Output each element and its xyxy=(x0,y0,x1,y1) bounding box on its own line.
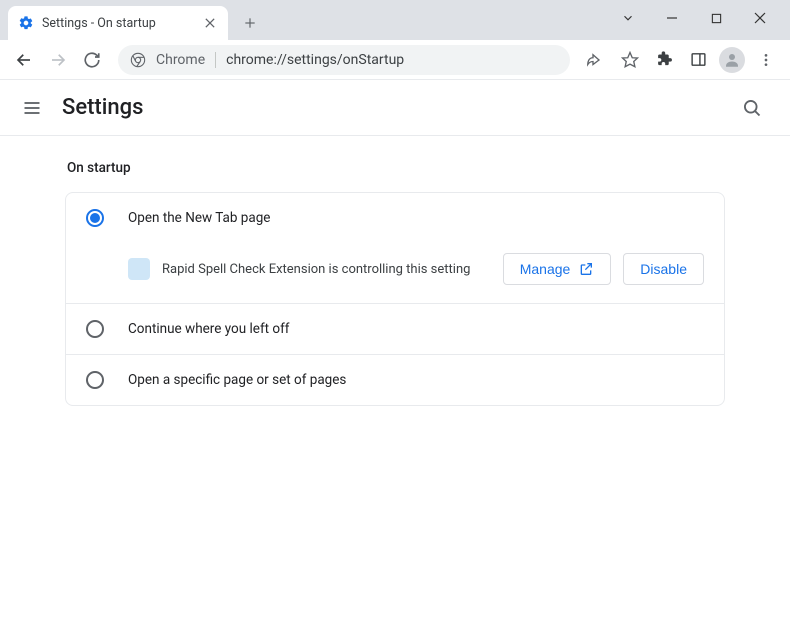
settings-body: On startup Open the New Tab page Rapid S… xyxy=(0,136,790,430)
close-icon[interactable] xyxy=(202,15,218,31)
disable-button[interactable]: Disable xyxy=(623,253,704,285)
external-link-icon xyxy=(578,261,594,277)
tab-title: Settings - On startup xyxy=(42,16,196,31)
radio-label: Open a specific page or set of pages xyxy=(128,372,346,388)
window-maximize-icon[interactable] xyxy=(694,0,738,36)
back-button[interactable] xyxy=(8,44,40,76)
chrome-icon xyxy=(130,52,146,68)
new-tab-button[interactable] xyxy=(236,9,264,37)
search-icon[interactable] xyxy=(734,90,770,126)
radio-option-continue[interactable]: Continue where you left off xyxy=(66,304,724,354)
manage-button[interactable]: Manage xyxy=(503,253,612,285)
address-bar[interactable]: Chrome chrome://settings/onStartup xyxy=(118,45,570,75)
disable-button-label: Disable xyxy=(640,261,687,277)
radio-label: Open the New Tab page xyxy=(128,210,270,226)
sidepanel-icon[interactable] xyxy=(682,44,714,76)
extensions-icon[interactable] xyxy=(648,44,680,76)
bookmark-icon[interactable] xyxy=(614,44,646,76)
extension-notice-text: Rapid Spell Check Extension is controlli… xyxy=(162,262,491,277)
profile-avatar[interactable] xyxy=(716,44,748,76)
section-title: On startup xyxy=(65,160,725,176)
forward-button[interactable] xyxy=(42,44,74,76)
extension-notice: Rapid Spell Check Extension is controlli… xyxy=(66,243,724,303)
gear-icon xyxy=(18,15,34,31)
extension-favicon xyxy=(128,258,150,280)
window-controls xyxy=(606,0,790,36)
settings-header: Settings xyxy=(0,80,790,136)
radio-icon xyxy=(86,209,104,227)
window-close-icon[interactable] xyxy=(738,0,782,36)
startup-card: Open the New Tab page Rapid Spell Check … xyxy=(65,192,725,406)
radio-icon xyxy=(86,371,104,389)
browser-toolbar: Chrome chrome://settings/onStartup xyxy=(0,40,790,80)
share-icon[interactable] xyxy=(580,44,612,76)
window-dropdown-icon[interactable] xyxy=(606,0,650,36)
window-minimize-icon[interactable] xyxy=(650,0,694,36)
manage-button-label: Manage xyxy=(520,261,571,277)
reload-button[interactable] xyxy=(76,44,108,76)
url-text: chrome://settings/onStartup xyxy=(226,52,404,68)
page-title: Settings xyxy=(62,95,734,120)
hamburger-icon[interactable] xyxy=(20,96,44,120)
browser-tab[interactable]: Settings - On startup xyxy=(8,6,228,40)
radio-option-specific-pages[interactable]: Open a specific page or set of pages xyxy=(66,355,724,405)
radio-option-new-tab[interactable]: Open the New Tab page xyxy=(66,193,724,243)
radio-label: Continue where you left off xyxy=(128,321,290,337)
radio-icon xyxy=(86,320,104,338)
url-scheme-label: Chrome xyxy=(156,52,216,68)
menu-icon[interactable] xyxy=(750,44,782,76)
